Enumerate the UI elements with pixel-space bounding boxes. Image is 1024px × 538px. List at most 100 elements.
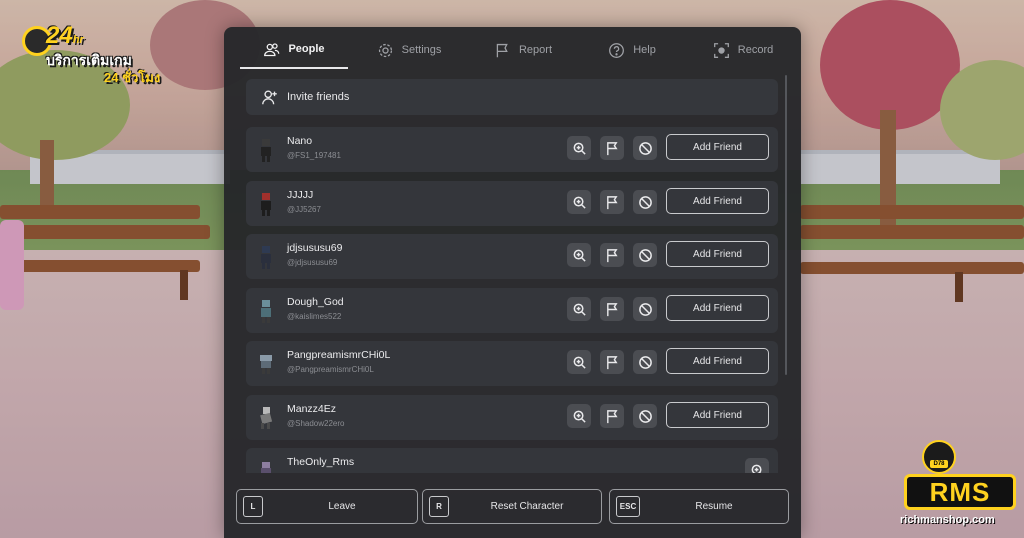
gear-icon (378, 43, 392, 57)
avatar (261, 139, 271, 162)
add-friend-button[interactable]: Add Friend (666, 295, 769, 321)
player-row: JJJJJ @JJ5267 Add Friend (246, 181, 778, 226)
block-button[interactable] (633, 404, 657, 428)
keycap: ESC (616, 496, 640, 517)
rms-url: richmanshop.com (900, 514, 995, 526)
24hr-service-badge: 24hr บริการเติมเกม 24 ชั่วโมง (14, 22, 174, 92)
rms-logo: D78 RMS richmanshop.com (892, 438, 1024, 538)
add-friend-button[interactable]: Add Friend (666, 402, 769, 428)
flag-icon (606, 355, 618, 369)
mascot-icon: D78 (922, 440, 956, 474)
rms-wordmark: RMS (904, 474, 1016, 510)
block-icon (638, 195, 652, 209)
flag-icon (606, 141, 618, 155)
flag-icon (606, 248, 618, 262)
tab-record[interactable]: Record (698, 31, 788, 69)
block-icon (638, 302, 652, 316)
player-row: Nano @FS1_197481 Add Friend (246, 127, 778, 172)
tab-label: Record (737, 44, 774, 56)
tab-label: People (288, 43, 325, 55)
player-row-self: TheOnly_Rms (246, 448, 778, 473)
player-name: Dough_God (287, 296, 344, 308)
inspect-button[interactable] (567, 190, 591, 214)
add-friend-button[interactable]: Add Friend (666, 348, 769, 374)
zoom-in-icon (573, 142, 586, 155)
add-friend-button[interactable]: Add Friend (666, 188, 769, 214)
zoom-in-icon (573, 249, 586, 262)
player-name: jdjsususu69 (287, 242, 343, 254)
report-button[interactable] (600, 136, 624, 160)
inspect-button[interactable] (567, 297, 591, 321)
player-handle: @JJ5267 (287, 205, 321, 214)
keycap: R (429, 496, 449, 517)
block-icon (638, 248, 652, 262)
tab-label: Settings (401, 44, 442, 56)
flag-icon (606, 302, 618, 316)
resume-button[interactable]: ESC Resume (609, 489, 789, 524)
badge-number: 24hr (46, 22, 84, 49)
player-handle: @PangpreamismrCHi0L (287, 365, 374, 374)
flag-icon (606, 409, 618, 423)
inspect-button[interactable] (567, 243, 591, 267)
inspect-button[interactable] (567, 350, 591, 374)
zoom-in-icon (573, 303, 586, 316)
report-button[interactable] (600, 404, 624, 428)
report-button[interactable] (600, 297, 624, 321)
inspect-button[interactable] (567, 404, 591, 428)
player-handle: @Shadow22ero (287, 419, 345, 428)
add-person-icon (262, 90, 277, 105)
report-button[interactable] (600, 243, 624, 267)
button-label: Leave (328, 501, 356, 512)
report-button[interactable] (600, 190, 624, 214)
keycap: L (243, 496, 263, 517)
block-button[interactable] (633, 350, 657, 374)
player-list: Nano @FS1_197481 Add Friend JJJJJ @JJ526… (246, 127, 778, 473)
leave-button[interactable]: L Leave (236, 489, 418, 524)
block-button[interactable] (633, 136, 657, 160)
avatar (261, 462, 271, 473)
block-icon (638, 355, 652, 369)
player-handle: @jdjsususu69 (287, 258, 338, 267)
block-icon (638, 141, 652, 155)
help-icon (609, 42, 625, 58)
avatar (261, 300, 271, 323)
player-name: PangpreamismrCHi0L (287, 349, 391, 361)
inspect-button[interactable] (567, 136, 591, 160)
reset-character-button[interactable]: R Reset Character (422, 489, 602, 524)
zoom-in-icon (573, 356, 586, 369)
tab-label: Help (633, 44, 656, 56)
tab-help[interactable]: Help (592, 31, 672, 69)
inspect-button[interactable] (745, 458, 769, 473)
block-button[interactable] (633, 243, 657, 267)
zoom-in-icon (573, 196, 586, 209)
player-name: TheOnly_Rms (287, 456, 355, 468)
block-button[interactable] (633, 297, 657, 321)
player-handle: @kaislimes522 (287, 312, 342, 321)
flag-icon (496, 43, 508, 57)
player-row: jdjsususu69 @jdjsususu69 Add Friend (246, 234, 778, 279)
add-friend-button[interactable]: Add Friend (666, 241, 769, 267)
block-button[interactable] (633, 190, 657, 214)
player-row: PangpreamismrCHi0L @PangpreamismrCHi0L A… (246, 341, 778, 386)
player-handle: @FS1_197481 (287, 151, 341, 160)
report-button[interactable] (600, 350, 624, 374)
flag-icon (606, 195, 618, 209)
player-name: Manzz4Ez (287, 403, 337, 415)
avatar (261, 193, 271, 216)
tab-settings[interactable]: Settings (364, 31, 454, 69)
tab-people[interactable]: People (240, 31, 348, 69)
tab-label: Report (518, 44, 553, 56)
avatar (260, 355, 272, 374)
player-name: JJJJJ (287, 189, 314, 201)
invite-friends-button[interactable]: Invite friends (246, 79, 778, 115)
add-friend-button[interactable]: Add Friend (666, 134, 769, 160)
player-row: Dough_God @kaislimes522 Add Friend (246, 288, 778, 333)
avatar (261, 246, 271, 269)
avatar (260, 407, 273, 429)
bottom-action-bar: L Leave R Reset Character ESC Resume (236, 489, 789, 525)
button-label: Reset Character (490, 501, 564, 512)
scrollbar[interactable] (785, 75, 787, 375)
block-icon (638, 409, 652, 423)
tab-report[interactable]: Report (478, 31, 568, 69)
zoom-in-icon (573, 410, 586, 423)
